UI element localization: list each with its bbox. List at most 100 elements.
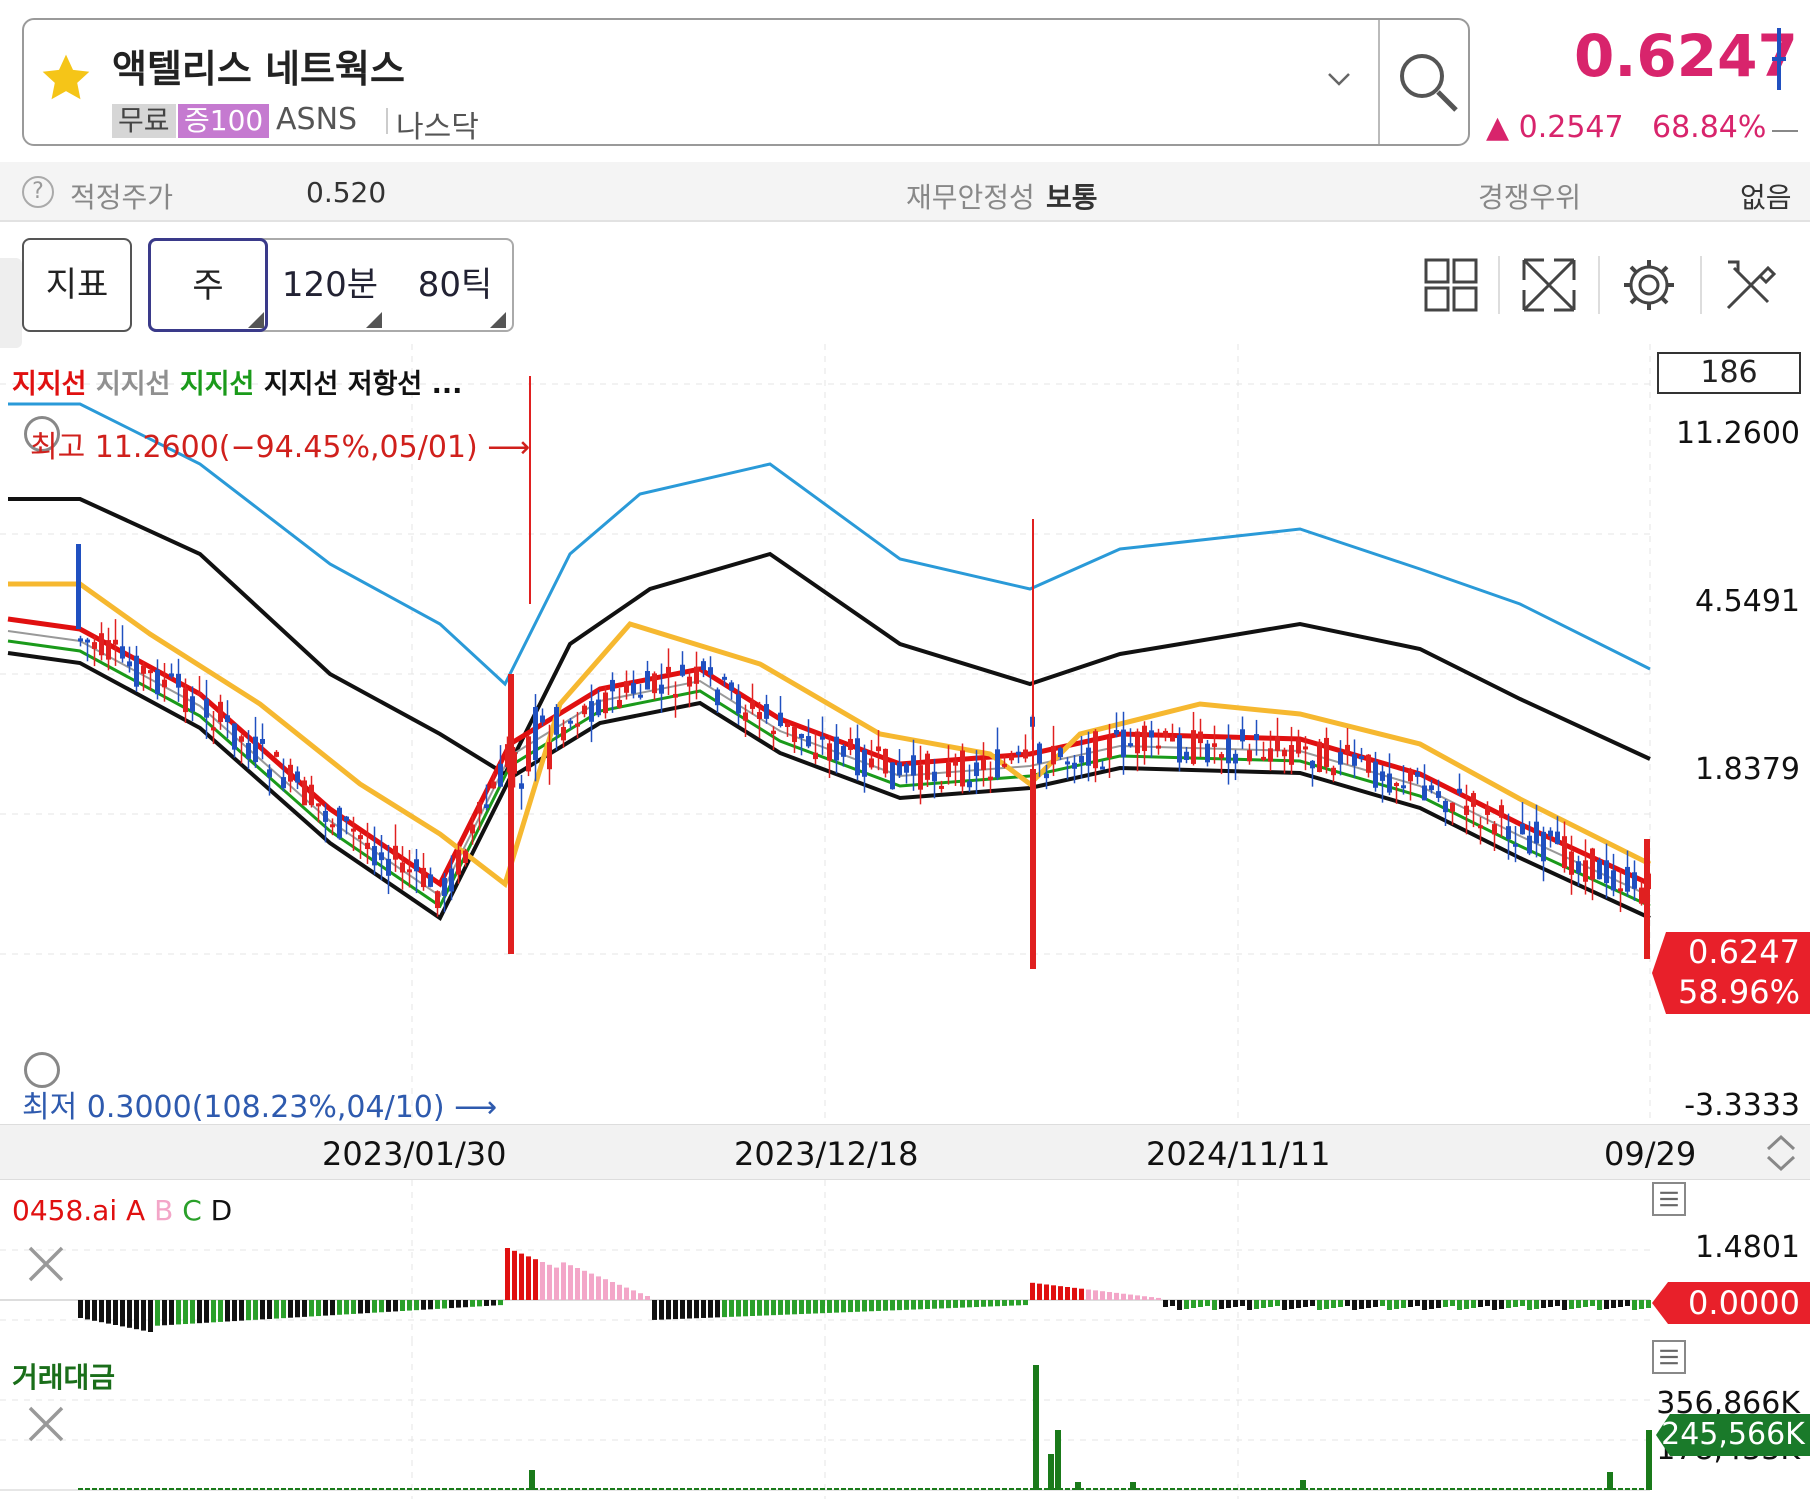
- favorite-star-icon[interactable]: [38, 50, 94, 106]
- oscillator-chart[interactable]: [0, 1180, 1810, 1340]
- candle-body: [1219, 754, 1224, 758]
- candle-body: [617, 699, 622, 708]
- volume-bar: [1520, 1488, 1525, 1490]
- candle-body: [890, 762, 895, 790]
- volume-bar: [85, 1488, 90, 1490]
- volume-bar: [337, 1488, 342, 1490]
- volume-bar: [1555, 1488, 1560, 1490]
- candle-body: [1016, 751, 1021, 755]
- close-icon[interactable]: [24, 1242, 68, 1286]
- oscillator-bar: [1562, 1300, 1567, 1310]
- candle-body: [1275, 736, 1280, 751]
- volume-bar: [162, 1488, 167, 1490]
- indicator-button[interactable]: 지표: [22, 238, 132, 332]
- legend-item: D: [210, 1194, 233, 1227]
- volume-bar: [1033, 1365, 1039, 1490]
- volume-bar: [715, 1488, 720, 1490]
- volume-bar: [421, 1488, 426, 1490]
- candle-body: [1023, 749, 1028, 759]
- candle-body: [1590, 848, 1595, 880]
- candle-body: [1009, 756, 1014, 761]
- candle-body: [1611, 870, 1616, 891]
- volume-bar: [330, 1488, 335, 1490]
- candle-count[interactable]: 186: [1657, 352, 1801, 394]
- chevron-down-icon[interactable]: [1324, 64, 1354, 94]
- oscillator-bar: [778, 1300, 783, 1315]
- oscillator-bar: [995, 1300, 1000, 1307]
- oscillator-bar: [141, 1300, 146, 1331]
- oscillator-bar: [1345, 1300, 1350, 1306]
- candle-body: [813, 752, 818, 760]
- volume-bar: [1170, 1488, 1175, 1490]
- candle-body: [386, 858, 391, 876]
- volume-bar: [981, 1488, 986, 1490]
- candle-body: [981, 759, 986, 771]
- stability-label: 재무안정성: [906, 181, 1035, 214]
- oscillator-legend: 0458.ai A B C D: [12, 1194, 232, 1227]
- volume-bar: [134, 1488, 139, 1490]
- oscillator-bar: [1198, 1300, 1203, 1307]
- candle-body: [673, 693, 678, 698]
- oscillator-bar: [568, 1265, 573, 1300]
- volume-bar: [372, 1488, 377, 1490]
- volume-bar: [1576, 1488, 1581, 1490]
- stock-header[interactable]: 액텔리스 네트웍스 무료 증100 ASNS 나스닥: [22, 18, 1470, 146]
- oscillator-bar: [1254, 1300, 1259, 1309]
- oscillator-bar: [1310, 1300, 1315, 1306]
- oscillator-bar: [344, 1300, 349, 1315]
- volume-bar: [1338, 1488, 1343, 1490]
- volume-bar: [1590, 1488, 1595, 1490]
- oscillator-bar: [372, 1300, 377, 1313]
- volume-bar: [218, 1488, 223, 1490]
- oscillator-bar: [400, 1300, 405, 1311]
- candle-body: [162, 679, 167, 688]
- candle-body: [778, 712, 783, 726]
- candle-body: [421, 867, 426, 888]
- close-icon[interactable]: [24, 1402, 68, 1446]
- candle-body: [239, 736, 244, 742]
- oscillator-bar: [1296, 1300, 1301, 1308]
- oscillator-bar: [260, 1300, 265, 1320]
- oscillator-bar: [813, 1300, 818, 1314]
- candle-body: [1527, 835, 1532, 854]
- menu-icon[interactable]: [1652, 1340, 1686, 1374]
- volume-bar: [1177, 1488, 1182, 1490]
- volume-bar: [848, 1488, 853, 1490]
- oscillator-bar: [827, 1300, 832, 1313]
- oscillator-bar: [197, 1300, 202, 1324]
- oscillator-bar: [386, 1300, 391, 1312]
- oscillator-bar: [190, 1300, 195, 1324]
- menu-icon[interactable]: [1652, 1182, 1686, 1216]
- volume-bar: [344, 1488, 349, 1490]
- volume-chart[interactable]: [0, 1340, 1810, 1499]
- tools-icon[interactable]: [1720, 254, 1782, 316]
- candle-body: [78, 638, 83, 642]
- oscillator-bar: [596, 1276, 601, 1300]
- volume-bar: [666, 1488, 671, 1490]
- oscillator-bar: [1513, 1300, 1518, 1307]
- candle-body: [1464, 805, 1469, 815]
- volume-bar: [547, 1488, 552, 1490]
- search-icon[interactable]: [1396, 50, 1460, 114]
- gear-icon[interactable]: [1618, 254, 1680, 316]
- oscillator-bar: [1443, 1300, 1448, 1307]
- x-axis[interactable]: 2023/01/30 2023/12/18 2024/11/11 09/29: [0, 1124, 1810, 1180]
- candle-body: [624, 681, 629, 693]
- volume-bar: [281, 1488, 286, 1490]
- volume-bar: [1422, 1488, 1427, 1490]
- oscillator-bar: [1611, 1300, 1616, 1308]
- oscillator-bar: [477, 1300, 482, 1307]
- candle-body: [1436, 791, 1441, 798]
- resize-handle-icon[interactable]: [1764, 1133, 1798, 1173]
- help-icon[interactable]: ?: [22, 176, 54, 208]
- oscillator-bar: [645, 1296, 650, 1300]
- oscillator-bar: [1590, 1300, 1595, 1306]
- moving-average-line: [8, 581, 1652, 889]
- fullscreen-icon[interactable]: [1518, 254, 1580, 316]
- high-price-label: 최고 11.2600(−94.45%,05/01) ⟶: [30, 430, 531, 465]
- oscillator-bar: [309, 1300, 314, 1317]
- layout-grid-icon[interactable]: [1420, 254, 1482, 316]
- volume-bar: [1324, 1488, 1329, 1490]
- side-handle[interactable]: [0, 258, 22, 348]
- candle-body: [897, 762, 902, 776]
